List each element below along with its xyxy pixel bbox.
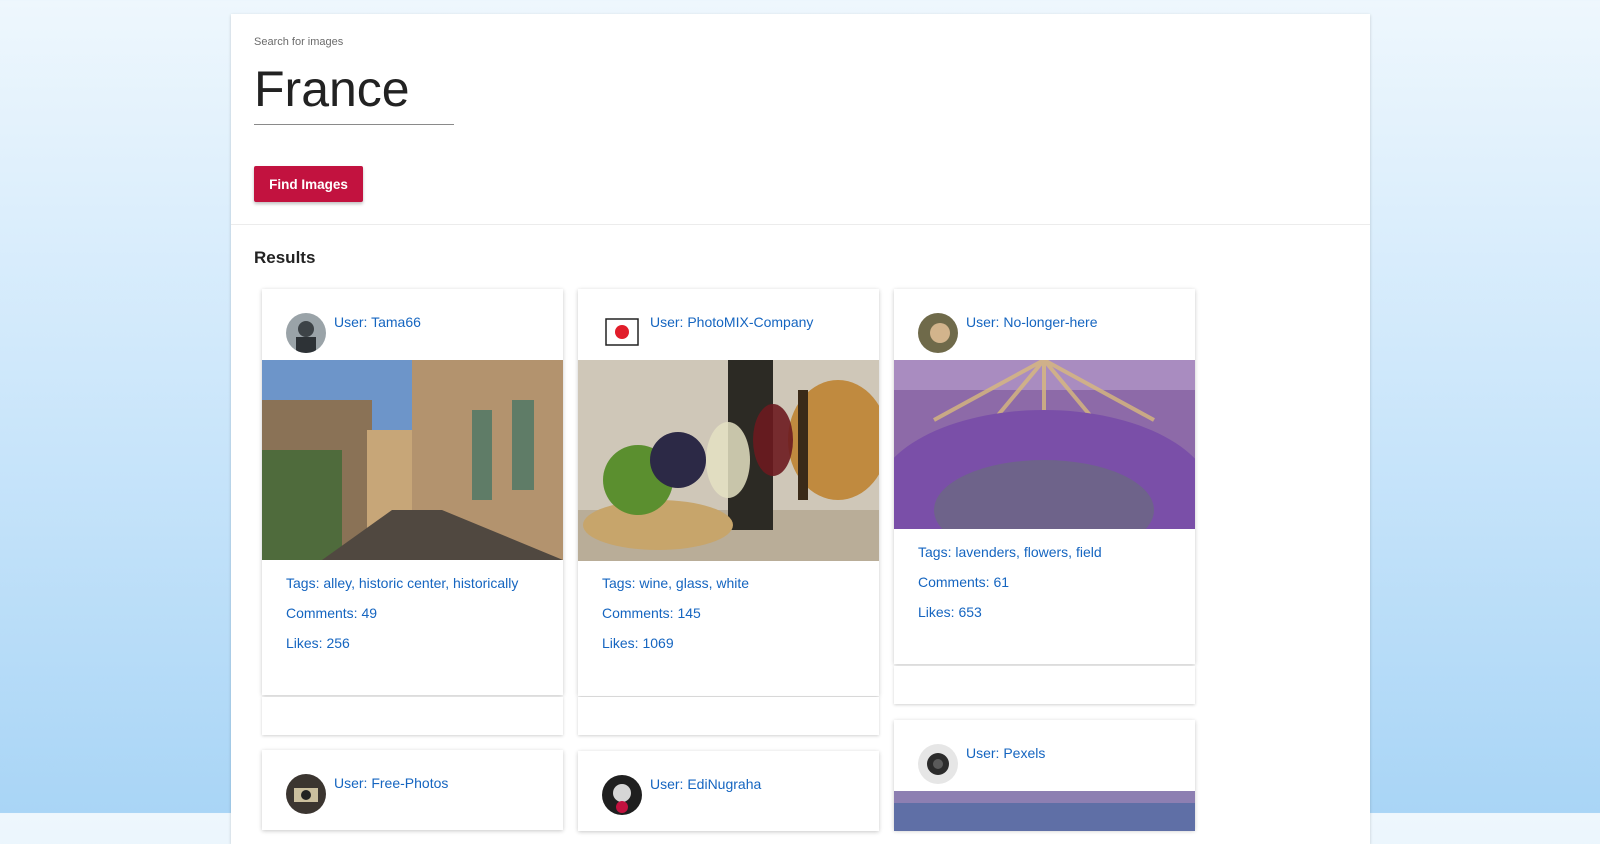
- user-link[interactable]: User: No-longer-here: [966, 314, 1098, 330]
- user-avatar: [286, 774, 326, 814]
- result-image[interactable]: [262, 360, 563, 560]
- user-link[interactable]: User: Tama66: [334, 314, 421, 330]
- result-image[interactable]: [894, 360, 1195, 529]
- results-title: Results: [254, 248, 316, 267]
- user-avatar: [918, 744, 958, 784]
- user-link[interactable]: User: PhotoMIX-Company: [650, 314, 813, 330]
- search-label: Search for images: [254, 36, 344, 48]
- result-card: User: EdiNugraha: [578, 751, 879, 831]
- card-tags: Tags: wine, glass, white: [602, 575, 750, 591]
- result-image[interactable]: [578, 360, 879, 561]
- user-link[interactable]: User: EdiNugraha: [650, 776, 761, 792]
- search-input[interactable]: [254, 54, 454, 125]
- find-images-button[interactable]: Find Images: [254, 166, 363, 202]
- card-tags: Tags: alley, historic center, historical…: [286, 575, 519, 591]
- user-avatar: [602, 775, 642, 815]
- result-card: User: No-longer-here Tags: lavenders, fl…: [894, 289, 1195, 664]
- user-link[interactable]: User: Free-Photos: [334, 775, 448, 791]
- card-meta: Tags: lavenders, flowers, field Comments…: [918, 537, 1102, 627]
- card-likes: Likes: 1069: [602, 635, 674, 651]
- card-comments: Comments: 49: [286, 605, 378, 621]
- card-footer: [262, 697, 563, 735]
- card-footer: [894, 666, 1195, 704]
- card-footer: [578, 697, 879, 735]
- result-card: User: Tama66 Tags: alley, historic cente…: [262, 289, 563, 695]
- result-card: User: PhotoMIX-Company Tags: wine, glass…: [578, 289, 879, 696]
- result-card: User: Free-Photos: [262, 750, 563, 830]
- user-avatar: [918, 313, 958, 353]
- card-comments: Comments: 61: [918, 574, 1010, 590]
- card-likes: Likes: 653: [918, 604, 982, 620]
- result-card: User: Pexels: [894, 720, 1195, 831]
- section-divider: [231, 224, 1370, 225]
- user-avatar: [286, 313, 326, 353]
- card-meta: Tags: alley, historic center, historical…: [286, 568, 518, 658]
- result-image[interactable]: [894, 791, 1195, 831]
- card-comments: Comments: 145: [602, 605, 701, 621]
- card-meta: Tags: wine, glass, white Comments: 145 L…: [602, 568, 749, 658]
- user-avatar: [602, 313, 642, 353]
- card-tags: Tags: lavenders, flowers, field: [918, 544, 1102, 560]
- card-likes: Likes: 256: [286, 635, 350, 651]
- user-link[interactable]: User: Pexels: [966, 745, 1045, 761]
